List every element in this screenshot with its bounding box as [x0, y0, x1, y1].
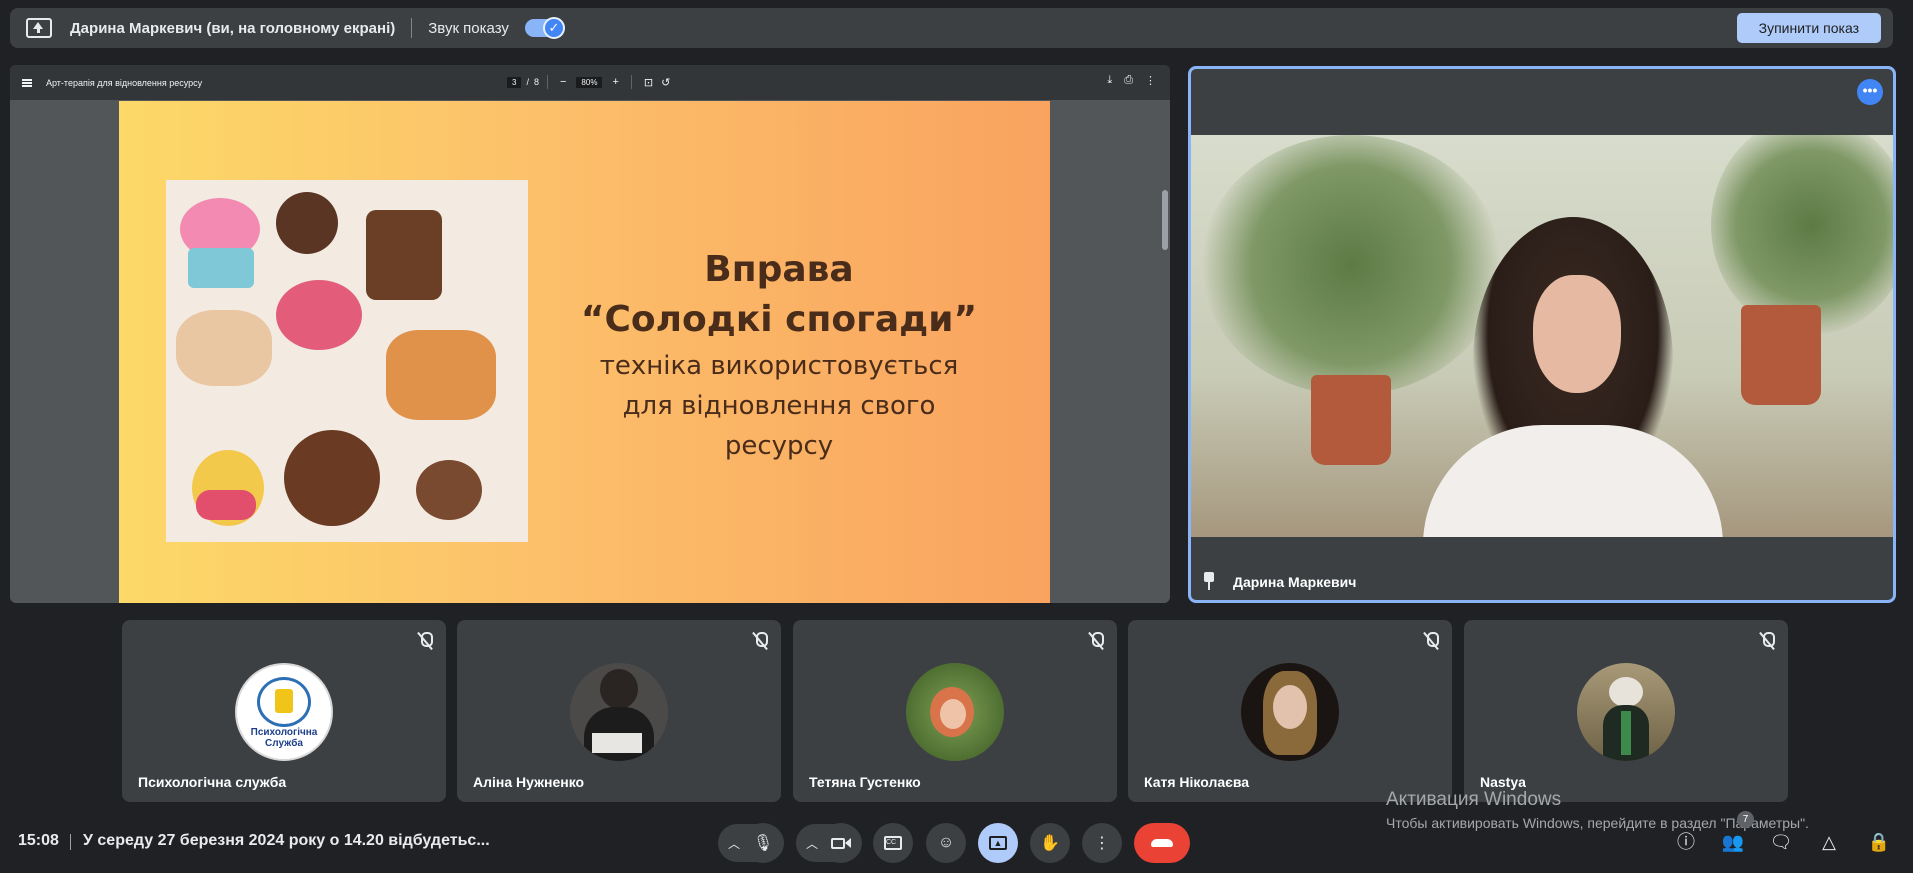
present-screen-icon: [26, 18, 52, 38]
slide-exercise-name: “Солодкі спогади”: [580, 299, 978, 340]
more-options-button[interactable]: ⋮: [1082, 823, 1122, 863]
toolbar-divider: [630, 75, 632, 89]
mic-off-icon: [1424, 632, 1439, 650]
mic-off-icon: [1760, 632, 1775, 650]
captions-icon: CC: [884, 836, 902, 850]
meeting-details-icon[interactable]: ⓘ: [1673, 829, 1699, 855]
toolbar-divider: [546, 75, 548, 89]
participant-name: Психологічна служба: [138, 774, 287, 790]
check-icon: ✓: [542, 17, 565, 39]
participant-tile[interactable]: Тетяна Густенко: [793, 620, 1117, 802]
participant-tile[interactable]: Катя Ніколаєва: [1128, 620, 1452, 802]
pdf-slide: Вправа “Солодкі спогади” техніка викорис…: [119, 101, 1050, 603]
slide-line-4: для відновлення свого: [622, 391, 936, 421]
page-current[interactable]: 3: [507, 76, 522, 88]
mic-off-icon: [753, 632, 768, 650]
participant-tile[interactable]: Аліна Нужненко: [457, 620, 781, 802]
raise-hand-button[interactable]: ✋: [1030, 823, 1070, 863]
presenter-label: Дарина Маркевич (ви, на головному екрані…: [70, 19, 396, 37]
slide-line-3: техніка використовується: [599, 351, 959, 381]
mic-off-icon: [1089, 632, 1104, 650]
page-indicator: 3 / 8 − 80% + ⊡ ↺: [507, 75, 674, 89]
participant-name: Nastya: [1480, 774, 1526, 790]
zoom-in-icon[interactable]: +: [612, 76, 618, 88]
people-icon[interactable]: 👥: [1720, 829, 1746, 855]
presenter-face: [1533, 275, 1621, 393]
avatar: [570, 663, 668, 761]
sweets-illustration: [166, 180, 528, 542]
participant-tile[interactable]: Психологічна Служба Психологічна служба: [122, 620, 446, 802]
participant-name: Катя Ніколаєва: [1144, 774, 1250, 790]
page-separator: /: [526, 77, 529, 87]
participant-name: Тетяна Густенко: [809, 774, 921, 790]
leave-call-button[interactable]: [1134, 823, 1190, 863]
presenting-banner: Дарина Маркевич (ви, на головному екрані…: [10, 8, 1893, 48]
shared-screen: Арт-терапія для відновлення ресурсу 3 / …: [10, 65, 1170, 603]
rotate-icon[interactable]: ↺: [661, 76, 670, 89]
people-count-badge: 7: [1737, 811, 1754, 828]
call-end-icon: [1151, 839, 1173, 847]
captions-button[interactable]: CC: [873, 823, 913, 863]
presenter-body: [1423, 425, 1723, 537]
more-vert-icon[interactable]: ⋮: [1145, 74, 1156, 87]
avatar: [1241, 663, 1339, 761]
present-to-all-icon: ▲: [989, 836, 1007, 850]
bottom-divider: [70, 834, 71, 850]
activities-icon[interactable]: △: [1816, 829, 1842, 855]
presenter-tile[interactable]: ••• Дарина Маркевич: [1188, 66, 1896, 603]
pdf-scrollbar[interactable]: [1162, 190, 1168, 250]
print-icon[interactable]: ⎙: [1124, 74, 1133, 87]
banner-divider: [411, 18, 413, 38]
camera-button[interactable]: [821, 823, 861, 863]
slide-text: Вправа “Солодкі спогади” техніка викорис…: [559, 246, 999, 466]
slide-heading: Вправа: [704, 249, 854, 290]
slide-line-5: ресурсу: [724, 431, 834, 461]
stop-presenting-button[interactable]: Зупинити показ: [1736, 13, 1881, 43]
pin-icon[interactable]: [1203, 572, 1215, 592]
pdf-right-tools: ⤓ ⎙ ⋮: [1107, 74, 1156, 87]
download-icon[interactable]: ⤓: [1107, 74, 1112, 87]
avatar-logo-text: Психологічна Служба: [250, 727, 318, 749]
videocam-icon: [831, 837, 845, 849]
presenter-video: [1191, 135, 1893, 537]
reactions-button[interactable]: ☺: [926, 823, 966, 863]
host-controls-icon[interactable]: 🔒: [1866, 829, 1892, 855]
chevron-up-icon[interactable]: ︿: [728, 835, 740, 852]
zoom-level[interactable]: 80%: [576, 76, 603, 88]
menu-icon[interactable]: [22, 78, 32, 87]
avatar: [906, 663, 1004, 761]
participant-tile[interactable]: Nastya: [1464, 620, 1788, 802]
fit-page-icon[interactable]: ⊡: [644, 76, 653, 89]
presenter-name: Дарина Маркевич: [1233, 574, 1357, 590]
pdf-title: Арт-терапія для відновлення ресурсу: [46, 77, 203, 88]
sound-share-label: Звук показу: [428, 19, 509, 37]
chevron-up-icon[interactable]: ︿: [806, 835, 818, 852]
avatar: Психологічна Служба: [235, 663, 333, 761]
watermark-title: Активация Windows: [1386, 789, 1562, 810]
zoom-out-icon[interactable]: −: [560, 76, 566, 88]
microphone-button[interactable]: 🎙: [743, 823, 783, 863]
present-now-button[interactable]: ▲: [978, 823, 1018, 863]
page-total: 8: [533, 77, 539, 87]
avatar: [1577, 663, 1675, 761]
sound-share-toggle[interactable]: ✓: [524, 17, 565, 39]
chat-icon[interactable]: 🗨: [1768, 829, 1794, 855]
tile-more-options-button[interactable]: •••: [1857, 79, 1883, 105]
meeting-clock: 15:08: [18, 832, 59, 849]
pdf-toolbar: Арт-терапія для відновлення ресурсу 3 / …: [10, 65, 1170, 100]
videocam-lens-icon: [845, 838, 851, 848]
mic-off-icon: [418, 632, 433, 650]
participant-name: Аліна Нужненко: [473, 774, 585, 790]
meeting-title[interactable]: У середу 27 березня 2024 року о 14.20 ві…: [83, 832, 490, 850]
